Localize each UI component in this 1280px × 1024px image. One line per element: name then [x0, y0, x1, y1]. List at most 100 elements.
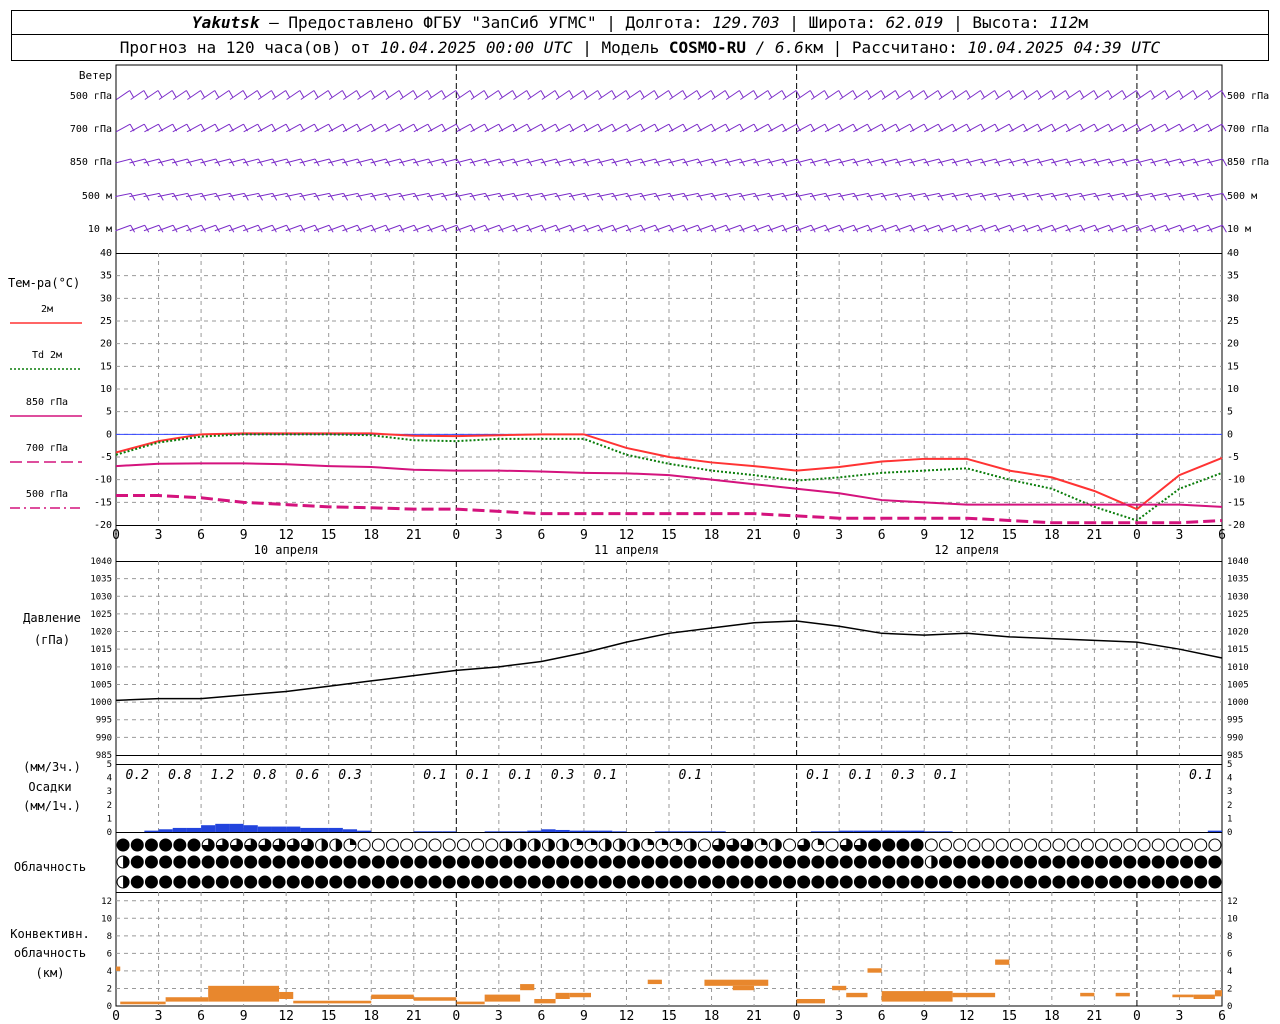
wind-barb-feather: [568, 90, 574, 98]
legend-label: 850 гПа: [26, 397, 68, 408]
wind-barb-feather: [371, 193, 377, 201]
wind-barb-feather: [243, 193, 249, 201]
legend-label: 500 гПа: [26, 489, 68, 500]
prec-bar: [527, 830, 542, 832]
cloud-symbol: [116, 838, 130, 852]
prec-bar: [271, 826, 287, 832]
time-tick-bottom: 6: [1218, 1009, 1226, 1024]
wind-barb-feather: [1193, 193, 1199, 201]
conv-tick-right: 4: [1227, 967, 1232, 977]
temp-tick-left: -20: [94, 520, 112, 531]
time-tick-bottom: 15: [661, 1009, 677, 1024]
wind-barb-feather: [143, 90, 149, 98]
temp-title: Тем-ра(°C): [8, 276, 80, 290]
temp-tick-left: 5: [106, 407, 112, 418]
cloud-symbol: [357, 875, 371, 889]
cloud-symbol: [201, 855, 215, 869]
wind-barb-feather: [597, 90, 603, 98]
prec-bar: [598, 830, 613, 832]
wind-barb-feather: [343, 193, 349, 201]
wind-barb-feather: [200, 90, 206, 98]
wind-barb-feather: [157, 90, 163, 98]
cloud-symbol: [1094, 875, 1108, 889]
wind-barb-feather: [272, 193, 278, 201]
wind-barb-feather: [625, 90, 631, 98]
cloud-symbol: [343, 855, 357, 869]
cloud-symbol: [371, 838, 385, 852]
prec-tick-right: 5: [1227, 760, 1232, 770]
meteogram: Yakutsk — Предоставлено ФГБУ "ЗапСиб УГМ…: [0, 0, 1280, 1024]
cloud-symbol: [1180, 875, 1194, 889]
conv-cloud-bar: [208, 985, 280, 1002]
cloud-symbol: [910, 855, 924, 869]
conv-cloud-bar: [413, 997, 457, 1001]
prec-bar: [569, 830, 584, 832]
wind-barb-feather: [484, 193, 490, 201]
prec-tick-left: 2: [107, 801, 112, 811]
cloud-symbol: [726, 855, 740, 869]
legend-label: Td 2м: [32, 350, 62, 361]
cloud-symbol: [173, 838, 187, 852]
prec-total-3h: 0.1: [508, 768, 531, 783]
wind-barb-feather: [852, 90, 858, 98]
time-tick-bottom: 9: [240, 1009, 248, 1024]
time-tick-top: 6: [1218, 528, 1226, 543]
cloud-symbol: [244, 875, 258, 889]
wind-barb-feather: [740, 193, 746, 201]
pres-tick-left: 995: [96, 716, 112, 726]
cloud-symbol: [570, 875, 584, 889]
prec-total-3h: 0.8: [168, 768, 192, 783]
wind-barb-feather: [882, 193, 887, 201]
prec-bar: [342, 829, 358, 832]
wind-barb-feather: [696, 90, 702, 98]
wind-barb-feather: [967, 193, 972, 201]
cloud-symbol-fill: [690, 839, 697, 851]
cloud-symbol: [967, 875, 981, 889]
wind-barb-feather: [129, 90, 135, 98]
cloud-symbol: [924, 875, 938, 889]
temp-tick-right: 30: [1227, 293, 1239, 304]
cloud-symbol: [130, 875, 144, 889]
prec-bar: [328, 827, 343, 832]
wind-barb-feather: [1108, 193, 1114, 201]
conv-cloud-bar: [704, 979, 769, 986]
conv-tick-left: 12: [101, 897, 112, 907]
wind-barb-feather: [171, 90, 177, 98]
wind-barb-feather: [824, 90, 829, 98]
wind-barb-feather: [598, 193, 604, 201]
wind-barb-feather: [668, 90, 673, 98]
time-tick-bottom: 0: [452, 1009, 460, 1024]
cloud-symbol: [1180, 855, 1194, 869]
conv-tick-right: 0: [1227, 1002, 1232, 1012]
cloud-symbol: [598, 855, 612, 869]
wind-barb-feather: [228, 90, 234, 98]
wind-barb-feather: [809, 90, 815, 98]
cloud-symbol: [428, 855, 442, 869]
cloud-symbol-fill: [931, 856, 938, 868]
cloud-symbol: [1194, 838, 1208, 852]
prec-total-3h: 0.3: [551, 768, 574, 783]
prec-tick-left: 3: [107, 787, 112, 797]
conv-cloud-bar: [520, 984, 535, 991]
day-label: 10 апреля: [254, 543, 319, 557]
wind-barb-feather: [258, 193, 263, 201]
prec-tick-right: 3: [1227, 787, 1232, 797]
time-tick-bottom: 0: [112, 1009, 120, 1024]
pres-tick-right: 1000: [1227, 698, 1249, 708]
wind-barb-feather: [768, 193, 774, 201]
precipitation-panel: [144, 823, 1222, 832]
prec-unit-top: (мм/3ч.): [23, 760, 81, 774]
wind-barb-feather: [880, 90, 886, 98]
time-tick-top: 0: [452, 528, 460, 543]
conv-cloud-bar: [1080, 992, 1095, 997]
time-tick-top: 21: [1087, 528, 1103, 543]
prec-total-3h: 0.1: [806, 768, 829, 783]
wind-barb-feather: [456, 193, 462, 201]
time-tick-top: 18: [704, 528, 720, 543]
cloud-symbol: [1165, 875, 1179, 889]
pres-tick-right: 1010: [1227, 663, 1249, 673]
wind-barb-feather: [158, 193, 164, 201]
cloud-symbol-fill: [761, 839, 768, 845]
cloud-symbol: [612, 875, 626, 889]
prec-tick-left: 0: [107, 828, 112, 838]
